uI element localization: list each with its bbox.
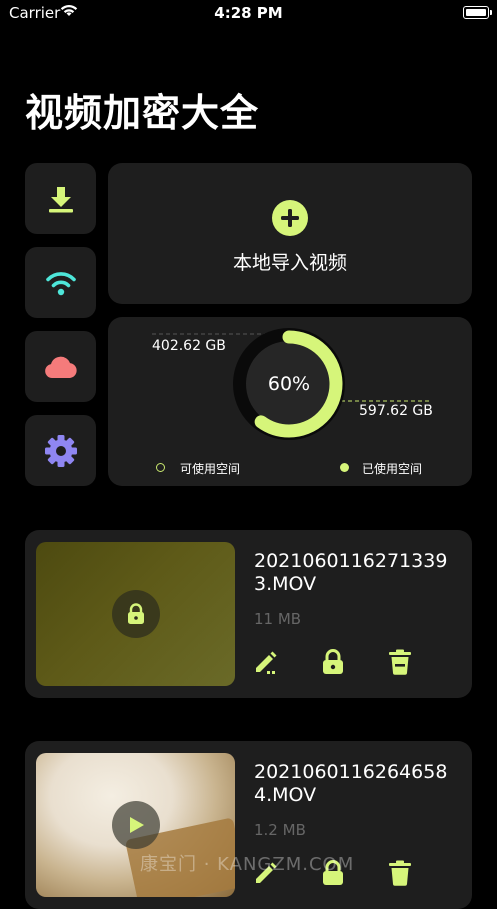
play-button[interactable] [112, 801, 160, 849]
legend-used-label: 已使用空间 [362, 462, 423, 476]
download-icon [48, 186, 73, 212]
lock-icon [323, 649, 343, 674]
status-bar: Carrier 4:28 PM [0, 0, 497, 26]
cloud-button[interactable] [25, 331, 96, 402]
legend-free-label: 可使用空间 [180, 462, 241, 476]
legend-free-dot [156, 463, 165, 472]
lock-icon [128, 603, 144, 624]
cloud-icon [44, 356, 77, 378]
battery-icon [463, 6, 489, 19]
legend-used-dot [340, 463, 349, 472]
used-percent-label: 60% [267, 373, 311, 395]
video-card: 20210601162713393.MOV 11 MB [25, 530, 472, 698]
play-icon [130, 817, 144, 833]
page-title: 视频加密大全 [25, 91, 260, 135]
download-button[interactable] [25, 163, 96, 234]
add-circle-icon [272, 200, 308, 236]
free-space-value: 402.62 GB [152, 338, 226, 354]
trash-icon [389, 860, 411, 886]
rename-button[interactable] [252, 648, 280, 676]
trash-icon [389, 649, 411, 675]
import-video-card[interactable]: 本地导入视频 [108, 163, 472, 304]
wifi-transfer-button[interactable] [25, 247, 96, 318]
import-video-label: 本地导入视频 [232, 252, 347, 274]
locked-badge[interactable] [112, 590, 160, 638]
status-time: 4:28 PM [214, 4, 283, 22]
video-filename: 20210601162713393.MOV [254, 550, 448, 595]
video-filesize: 11 MB [254, 610, 302, 628]
watermark-text: 康宝门 · KANGZM.COM [140, 854, 355, 875]
settings-button[interactable] [25, 415, 96, 486]
gear-icon [44, 434, 77, 467]
pencil-icon [256, 651, 277, 674]
battery-cap [490, 10, 492, 15]
video-card: 20210601162646584.MOV 1.2 MB [25, 741, 472, 909]
storage-card: 402.62 GB 597.62 GB 60% 可使用空间 已使用空间 [108, 317, 472, 486]
delete-button[interactable] [386, 648, 414, 676]
video-thumbnail[interactable] [36, 542, 235, 686]
video-filename: 20210601162646584.MOV [254, 761, 448, 806]
used-space-value: 597.62 GB [359, 403, 433, 419]
video-filesize: 1.2 MB [254, 821, 306, 839]
lock-button[interactable] [319, 648, 347, 676]
wifi-icon [45, 271, 76, 295]
